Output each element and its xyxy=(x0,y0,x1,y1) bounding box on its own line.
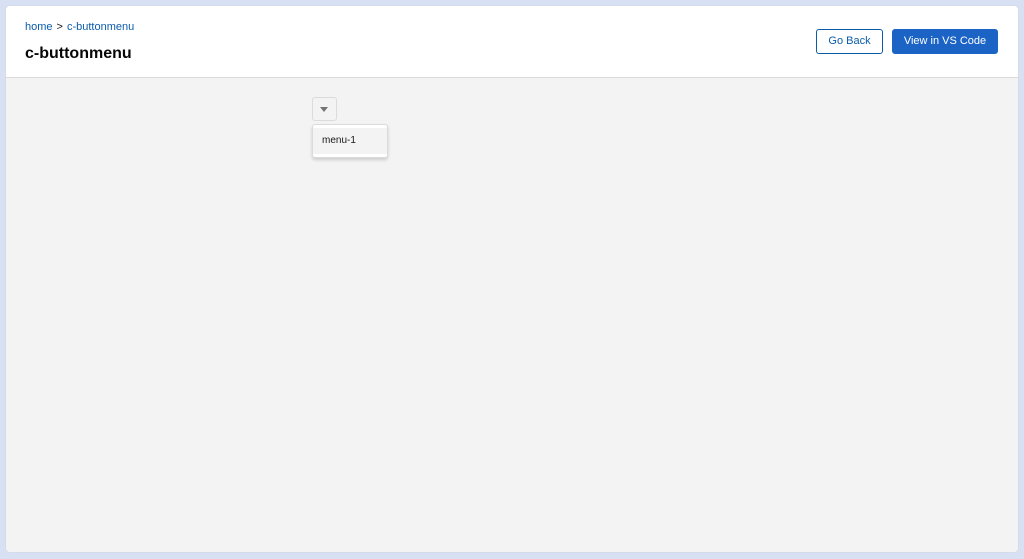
page-title: c-buttonmenu xyxy=(25,45,132,62)
main-content xyxy=(6,78,1018,552)
chevron-down-icon xyxy=(320,107,328,112)
app-frame: home > c-buttonmenu c-buttonmenu Go Back V… xyxy=(6,6,1018,552)
page-header: home > c-buttonmenu c-buttonmenu Go Back V… xyxy=(6,6,1018,78)
button-menu-trigger[interactable] xyxy=(312,97,337,121)
button-menu-dropdown: menu-1 xyxy=(312,124,388,158)
go-back-button[interactable]: Go Back xyxy=(816,29,883,54)
view-in-vscode-button[interactable]: View in VS Code xyxy=(892,29,998,54)
breadcrumb: home > c-buttonmenu xyxy=(25,20,134,34)
breadcrumb-separator: > xyxy=(56,21,63,33)
menu-item[interactable]: menu-1 xyxy=(313,128,387,154)
breadcrumb-current-link[interactable]: c-buttonmenu xyxy=(67,21,134,33)
breadcrumb-home-link[interactable]: home xyxy=(25,21,53,33)
